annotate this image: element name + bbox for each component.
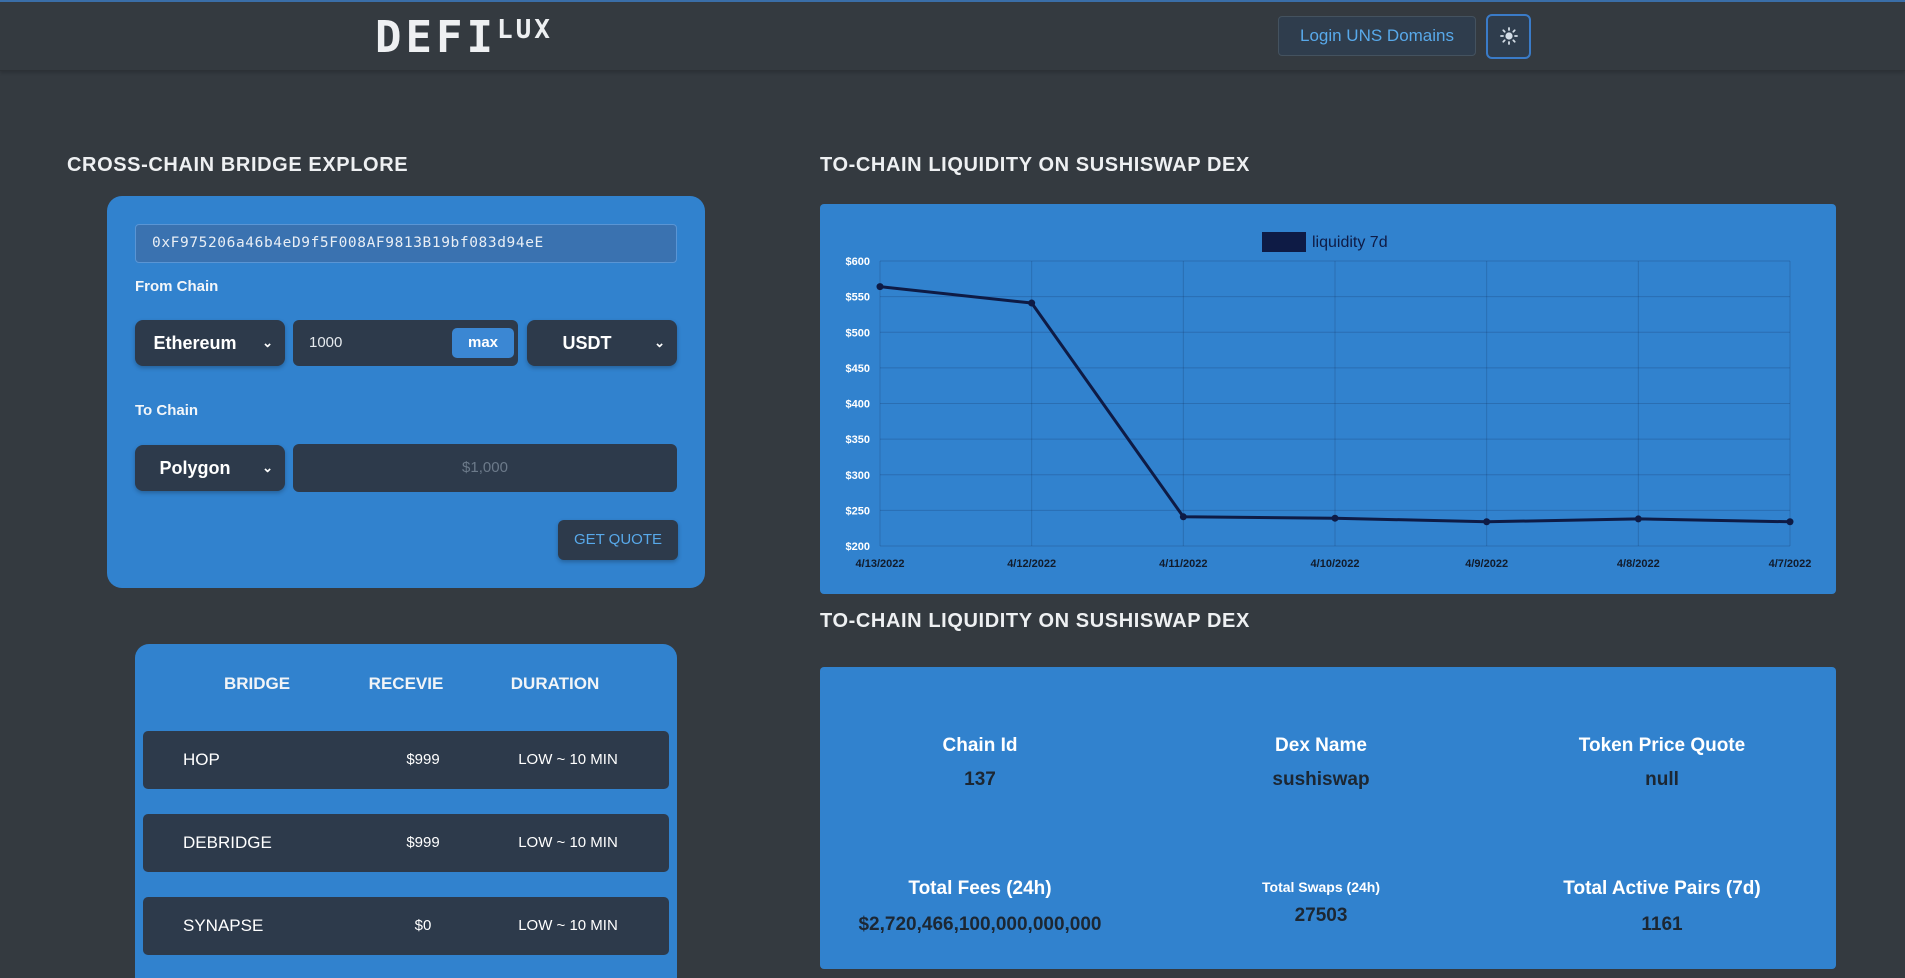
stat-value: $2,720,466,100,000,000,000 — [858, 914, 1102, 935]
app-logo[interactable]: DEFILUX — [375, 12, 553, 63]
data-point — [1634, 515, 1642, 523]
stat-token-price: Token Price Quote null — [1502, 735, 1822, 791]
receive-value: $999 — [406, 834, 440, 851]
legend-label: liquidity 7d — [1312, 234, 1388, 251]
stat-active-pairs: Total Active Pairs (7d) 1161 — [1502, 878, 1822, 936]
theme-toggle-button[interactable] — [1486, 14, 1531, 59]
to-chain-select[interactable]: Polygon ⌄ — [135, 445, 285, 491]
data-point — [1331, 514, 1339, 522]
data-point — [1483, 518, 1491, 526]
table-row[interactable]: DEBRIDGE $999 LOW ~ 10 MIN — [143, 814, 669, 872]
token-value: USDT — [562, 333, 612, 353]
bridge-name: HOP — [183, 750, 220, 769]
bridge-name: SYNAPSE — [183, 916, 264, 935]
max-button[interactable]: max — [452, 328, 514, 358]
stat-chain-id: Chain Id 137 — [820, 735, 1140, 791]
table-row[interactable]: HOP $999 LOW ~ 10 MIN — [143, 731, 669, 789]
data-point — [1179, 513, 1187, 521]
duration-value: LOW ~ 10 MIN — [518, 751, 618, 768]
y-tick-label: $250 — [846, 505, 870, 517]
stat-label: Total Swaps (24h) — [1262, 879, 1380, 895]
stat-label: Token Price Quote — [1578, 735, 1746, 756]
from-chain-label: From Chain — [135, 278, 219, 295]
liquidity-line-chart: $200 $250 $300 $350 $400 $450 $500 $550 $600 4/13… — [846, 232, 1812, 570]
x-tick-label: 4/13/2022 — [856, 558, 905, 570]
receive-value: $999 — [406, 751, 440, 768]
column-header-receive: RECEVIE — [368, 674, 444, 693]
chevron-down-icon: ⌄ — [262, 335, 273, 350]
receive-value: $0 — [414, 917, 432, 934]
chart-section-title: TO-CHAIN LIQUIDITY ON SUSHISWAP DEX — [820, 154, 1250, 176]
wallet-address-input[interactable]: 0xF975206a46b4eD9f5F008AF9813B19bf083d94… — [135, 224, 677, 263]
column-header-duration: DURATION — [510, 674, 600, 693]
login-uns-button[interactable]: Login UNS Domains — [1278, 16, 1476, 56]
receive-amount-field[interactable]: $1,000 — [293, 444, 677, 492]
stat-label: Total Fees (24h) — [908, 878, 1052, 899]
chevron-down-icon: ⌄ — [654, 335, 665, 350]
stat-value: null — [1645, 769, 1679, 790]
stat-value: 137 — [964, 769, 996, 790]
dex-stats-card: Chain Id 137 Dex Name sushiswap Token Pr… — [820, 667, 1836, 969]
from-chain-value: Ethereum — [153, 333, 237, 353]
table-row[interactable]: SYNAPSE $0 LOW ~ 10 MIN — [143, 897, 669, 955]
x-tick-label: 4/8/2022 — [1617, 558, 1660, 570]
x-tick-label: 4/11/2022 — [1159, 558, 1207, 570]
x-tick-label: 4/12/2022 — [1007, 558, 1056, 570]
y-tick-label: $500 — [846, 327, 870, 339]
stat-value: sushiswap — [1272, 769, 1370, 790]
duration-value: LOW ~ 10 MIN — [518, 917, 618, 934]
to-chain-value: Polygon — [159, 458, 231, 478]
duration-value: LOW ~ 10 MIN — [518, 834, 618, 851]
y-tick-label: $200 — [846, 541, 870, 553]
x-tick-label: 4/10/2022 — [1311, 558, 1360, 570]
data-point — [876, 283, 884, 291]
top-navbar: DEFILUX Login UNS Domains — [0, 0, 1905, 71]
stat-value: 27503 — [1294, 905, 1348, 926]
x-tick-label: 4/7/2022 — [1769, 558, 1812, 570]
sun-icon — [1499, 27, 1518, 45]
chevron-down-icon: ⌄ — [262, 460, 273, 475]
bridge-section-title: CROSS-CHAIN BRIDGE EXPLORE — [67, 154, 409, 176]
y-tick-label: $350 — [846, 434, 870, 446]
x-tick-label: 4/9/2022 — [1465, 558, 1508, 570]
logo-main-text: DEFI — [375, 12, 497, 63]
y-tick-label: $300 — [846, 470, 870, 482]
stat-label: Total Active Pairs (7d) — [1563, 878, 1761, 899]
token-select[interactable]: USDT ⌄ — [527, 320, 677, 366]
y-tick-label: $450 — [846, 363, 870, 375]
stats-section-title: TO-CHAIN LIQUIDITY ON SUSHISWAP DEX — [820, 610, 1250, 632]
to-chain-label: To Chain — [135, 402, 199, 419]
y-tick-label: $600 — [846, 256, 870, 268]
stat-value: 1161 — [1641, 914, 1683, 935]
column-header-bridge: BRIDGE — [223, 674, 291, 693]
amount-value: 1000 — [309, 334, 343, 351]
y-tick-label: $550 — [846, 292, 870, 304]
get-quote-button[interactable]: GET QUOTE — [558, 520, 678, 560]
data-point — [1028, 299, 1036, 307]
stat-total-fees: Total Fees (24h) $2,720,466,100,000,000,… — [820, 878, 1140, 936]
logo-sup-text: LUX — [496, 15, 553, 45]
amount-input[interactable]: 1000 max — [293, 320, 518, 366]
bridge-form-card: 0xF975206a46b4eD9f5F008AF9813B19bf083d94… — [107, 196, 705, 588]
bridge-name: DEBRIDGE — [183, 833, 272, 852]
y-tick-label: $400 — [846, 399, 870, 411]
stat-label: Chain Id — [942, 735, 1018, 756]
stat-total-swaps: Total Swaps (24h) 27503 — [1161, 879, 1481, 927]
from-chain-select[interactable]: Ethereum ⌄ — [135, 320, 285, 366]
liquidity-chart-card: $200 $250 $300 $350 $400 $450 $500 $550 $600 4/13… — [820, 204, 1836, 594]
bridge-routes-table: BRIDGE RECEVIE DURATION HOP $999 LOW ~ 1… — [135, 644, 677, 978]
data-point — [1786, 518, 1794, 526]
stat-label: Dex Name — [1275, 735, 1367, 756]
stat-dex-name: Dex Name sushiswap — [1161, 735, 1481, 791]
legend-swatch — [1262, 232, 1306, 252]
